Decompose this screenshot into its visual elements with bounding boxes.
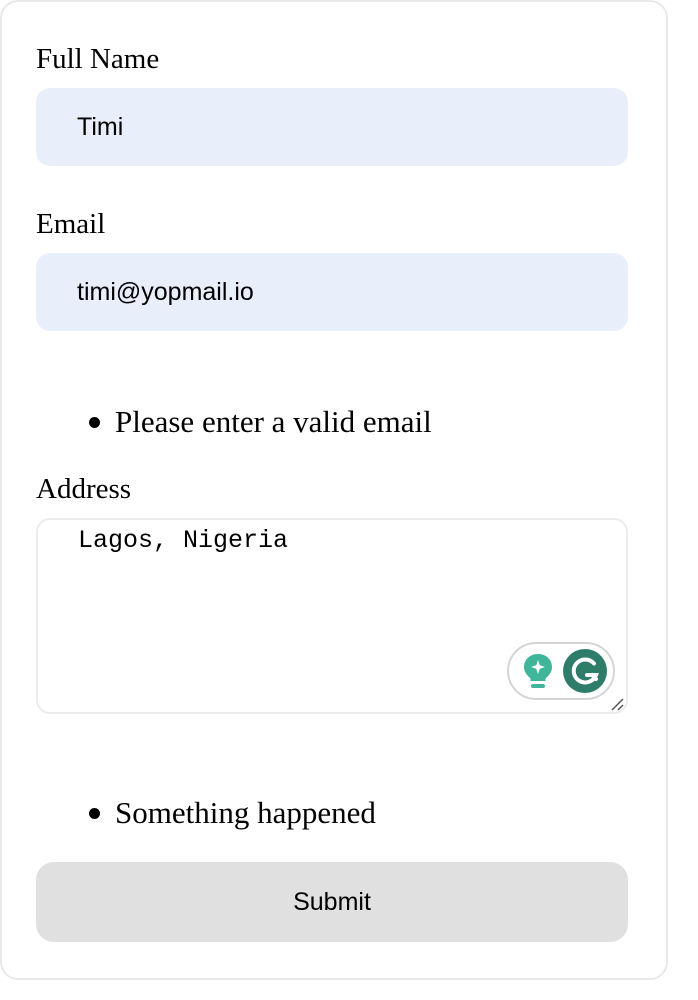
email-error-bullet (89, 417, 100, 428)
address-error-message: Something happened (115, 795, 376, 830)
address-error-bullet (89, 808, 100, 819)
full-name-label: Full Name (36, 43, 160, 75)
email-label: Email (36, 208, 106, 240)
submit-button[interactable]: Submit (36, 862, 628, 942)
email-error-message: Please enter a valid email (115, 404, 432, 439)
lightbulb-sparkle-icon[interactable] (520, 652, 556, 692)
grammarly-g-icon[interactable] (563, 649, 607, 693)
email-input[interactable] (36, 253, 628, 331)
resize-handle-icon[interactable] (609, 696, 625, 712)
full-name-input[interactable] (36, 88, 628, 166)
address-label: Address (36, 473, 132, 505)
grammarly-widget[interactable] (507, 642, 615, 700)
